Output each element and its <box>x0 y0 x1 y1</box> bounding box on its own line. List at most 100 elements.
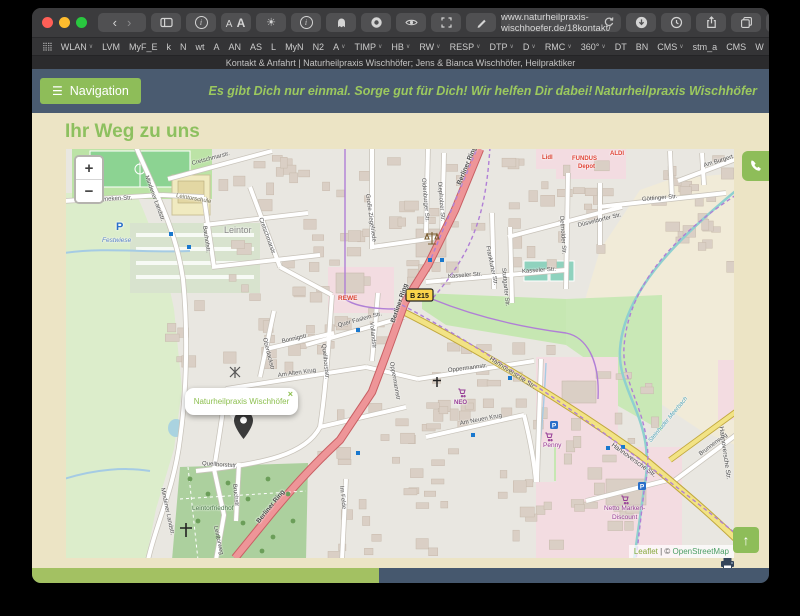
map-attribution: Leaflet | © OpenStreetMap <box>629 545 734 558</box>
bookmark-item[interactable]: k <box>167 42 172 52</box>
bookmark-item[interactable]: WLAN∨ <box>61 42 93 52</box>
map-canvas: P P B 215 <box>66 149 734 558</box>
phone-contact-button[interactable] <box>742 151 769 181</box>
chevron-down-icon: ∨ <box>679 43 683 50</box>
bookmark-item[interactable]: CMS <box>726 42 746 52</box>
bookmark-item[interactable]: MyF_E <box>129 42 158 52</box>
phone-icon <box>749 159 763 173</box>
share-icon <box>705 16 718 29</box>
chevron-down-icon: ∨ <box>436 43 440 50</box>
footer-progress <box>32 568 379 583</box>
share-button[interactable] <box>696 13 726 32</box>
bookmark-item[interactable]: W <box>755 42 764 52</box>
extension-badge-button[interactable] <box>361 13 391 32</box>
chevron-down-icon: ∨ <box>341 43 345 50</box>
tab-title: Kontakt & Anfahrt | Naturheilpraxis Wisc… <box>226 58 576 68</box>
page-footer <box>32 568 769 583</box>
bookmark-item[interactable]: L <box>271 42 276 52</box>
page-title: Ihr Weg zu uns <box>65 121 200 143</box>
chevron-down-icon: ∨ <box>476 43 480 50</box>
traffic-lights <box>42 17 87 28</box>
markup-button[interactable] <box>466 13 496 32</box>
reload-icon[interactable] <box>603 16 615 31</box>
bookmark-item[interactable]: N <box>180 42 187 52</box>
downloads-button[interactable] <box>626 13 656 32</box>
privacy-report-button[interactable] <box>661 13 691 32</box>
osm-link[interactable]: OpenStreetMap <box>673 547 729 556</box>
map-zoom-control: + − <box>74 155 104 204</box>
bookmark-item[interactable]: stm_a <box>693 42 718 52</box>
zoom-in-button[interactable]: + <box>76 157 102 180</box>
tab-overview-button[interactable] <box>731 13 761 32</box>
route-badge: B 215 <box>406 289 433 301</box>
svg-text:B 215: B 215 <box>410 293 429 300</box>
chevron-down-icon: ∨ <box>601 43 605 50</box>
extension-eye-button[interactable] <box>396 13 426 32</box>
forward-button[interactable]: › <box>122 15 136 30</box>
bookmark-item[interactable]: A <box>214 42 220 52</box>
chevron-down-icon: ∨ <box>567 43 571 50</box>
sidebar-button[interactable] <box>151 13 181 32</box>
expand-icon <box>440 16 453 29</box>
chevron-down-icon: ∨ <box>378 43 382 50</box>
badge-icon <box>370 16 383 29</box>
chevron-down-icon: ∨ <box>406 43 410 50</box>
bookmark-item[interactable]: RMC∨ <box>545 42 572 52</box>
bookmark-item[interactable]: N2 <box>313 42 325 52</box>
pen-icon <box>475 16 488 29</box>
close-button[interactable] <box>42 17 53 28</box>
bookmark-item[interactable]: HB∨ <box>391 42 410 52</box>
site-info-button[interactable]: i <box>291 13 321 32</box>
back-button[interactable]: ‹ <box>108 15 122 30</box>
site-header: ☰ Navigation Es gibt Dich nur einmal. So… <box>32 69 769 113</box>
bookmark-item[interactable]: TIMP∨ <box>355 42 383 52</box>
bookmark-item[interactable]: DT <box>615 42 627 52</box>
browser-window: ‹ › i A A ☀ i www.naturheilpraxis-wi <box>32 8 769 583</box>
map-popup: Naturheilpraxis Wischhöfer × <box>185 388 298 415</box>
scroll-top-button[interactable]: ↑ <box>733 527 759 553</box>
bookmark-item[interactable]: A∨ <box>333 42 345 52</box>
shield-clock-icon <box>670 16 683 29</box>
bookmark-item[interactable]: DTP∨ <box>490 42 514 52</box>
bookmark-item[interactable]: CMS∨ <box>657 42 683 52</box>
bookmark-item[interactable]: 360°∨ <box>581 42 606 52</box>
bookmark-item[interactable]: BN <box>636 42 649 52</box>
map-container[interactable]: P P B 215 Luise-Wyneken- <box>66 149 734 558</box>
appearance-button[interactable]: ☀ <box>256 13 286 32</box>
chevron-down-icon: ∨ <box>531 43 535 50</box>
bookmark-item[interactable]: RESP∨ <box>450 42 481 52</box>
svg-text:P: P <box>640 484 645 491</box>
svg-text:P: P <box>552 423 557 430</box>
ghost-icon <box>335 16 348 29</box>
bookmark-item[interactable]: AN <box>229 42 242 52</box>
site-brand: Naturheilpraxis Wischhöfer <box>595 69 757 113</box>
text-size-button[interactable]: A A <box>221 13 251 32</box>
minimize-button[interactable] <box>59 17 70 28</box>
tab-bar[interactable]: Kontakt & Anfahrt | Naturheilpraxis Wisc… <box>32 55 769 70</box>
bookmark-item[interactable]: D∨ <box>523 42 536 52</box>
text-size-icon: A A <box>226 16 247 30</box>
bookmark-item[interactable]: MyN <box>285 42 304 52</box>
info-circle-icon: i <box>300 16 313 29</box>
cloud-tabs-button[interactable] <box>766 13 769 32</box>
map-marker[interactable] <box>234 411 253 439</box>
leaflet-link[interactable]: Leaflet <box>634 547 658 556</box>
bookmark-item[interactable]: wt <box>196 42 205 52</box>
bookmark-item[interactable]: RW∨ <box>419 42 440 52</box>
url-field[interactable]: www.naturheilpraxis-wischhoefer.de/18kon… <box>501 13 621 32</box>
zoom-button[interactable] <box>76 17 87 28</box>
sun-icon: ☀ <box>266 16 276 29</box>
up-arrow-icon: ↑ <box>743 532 750 548</box>
bookmark-item[interactable]: AS <box>250 42 262 52</box>
info-icon: i <box>195 16 208 29</box>
chevron-down-icon: ∨ <box>89 43 93 50</box>
bookmarks-grid-icon[interactable]: ⣿⣿ <box>42 42 52 51</box>
fullscreen-button[interactable] <box>431 13 461 32</box>
bookmark-item[interactable]: LVM <box>102 42 120 52</box>
popup-close-button[interactable]: × <box>288 389 293 399</box>
extension-ghost-button[interactable] <box>326 13 356 32</box>
bookmarks-bar: ⣿⣿ WLAN∨ LVM MyF_E kNwt A AN AS L MyN N2 A∨ TIMP∨ HB… <box>32 37 769 55</box>
tabs-icon <box>740 16 753 29</box>
reader-info-button[interactable]: i <box>186 13 216 32</box>
zoom-out-button[interactable]: − <box>76 180 102 202</box>
